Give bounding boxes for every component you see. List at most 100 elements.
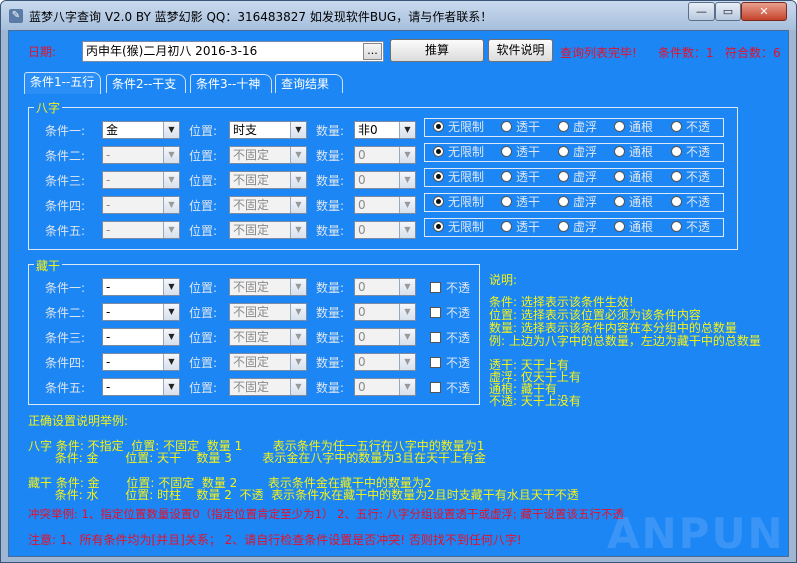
bazi-position-select[interactable]: 时支 ▼ (229, 121, 307, 139)
not-transparent-checkbox[interactable]: 不透 (430, 354, 470, 371)
bazi-count-select-chevron-down-icon[interactable]: ▼ (399, 197, 415, 213)
canggan-count-select[interactable]: 0 ▼ (354, 353, 416, 371)
restriction-radio[interactable]: 无限制 (433, 171, 484, 184)
canggan-count-select[interactable]: 0 ▼ (354, 378, 416, 396)
bazi-position-select[interactable]: 不固定 ▼ (229, 171, 307, 189)
restriction-radio[interactable]: 无限制 (433, 196, 484, 209)
bazi-position-select-chevron-down-icon[interactable]: ▼ (290, 122, 306, 138)
restriction-radio[interactable]: 不透 (671, 146, 710, 159)
restriction-radio[interactable]: 不透 (671, 171, 710, 184)
bazi-position-select-chevron-down-icon[interactable]: ▼ (290, 147, 306, 163)
title-bar[interactable]: ✎ 蓝梦八字查询 V2.0 BY 蓝梦幻影 QQ：316483827 如发现软件… (1, 1, 796, 30)
canggan-element-select[interactable]: - ▼ (102, 303, 180, 321)
bazi-element-select[interactable]: - ▼ (102, 146, 180, 164)
restriction-radio[interactable]: 虚浮 (558, 171, 597, 184)
restriction-radio[interactable]: 虚浮 (558, 121, 597, 134)
canggan-position-select-chevron-down-icon[interactable]: ▼ (290, 379, 306, 395)
bazi-element-select[interactable]: - ▼ (102, 171, 180, 189)
restriction-radio[interactable]: 不透 (671, 121, 710, 134)
bazi-position-select[interactable]: 不固定 ▼ (229, 146, 307, 164)
canggan-count-select-chevron-down-icon[interactable]: ▼ (399, 379, 415, 395)
bazi-position-select[interactable]: 不固定 ▼ (229, 196, 307, 214)
canggan-element-select-chevron-down-icon[interactable]: ▼ (163, 329, 179, 345)
canggan-element-select[interactable]: - ▼ (102, 328, 180, 346)
calculate-button[interactable]: 推算 (390, 39, 484, 62)
bazi-position-select-chevron-down-icon[interactable]: ▼ (290, 172, 306, 188)
bazi-count-select-chevron-down-icon[interactable]: ▼ (399, 222, 415, 238)
canggan-element-select-chevron-down-icon[interactable]: ▼ (163, 304, 179, 320)
bazi-count-select[interactable]: 0 ▼ (354, 146, 416, 164)
restriction-radio[interactable]: 无限制 (433, 146, 484, 159)
restriction-radio[interactable]: 透干 (501, 171, 540, 184)
restriction-radio[interactable]: 不透 (671, 221, 710, 234)
canggan-count-select[interactable]: 0 ▼ (354, 278, 416, 296)
canggan-element-select[interactable]: - ▼ (102, 378, 180, 396)
bazi-element-select-chevron-down-icon[interactable]: ▼ (163, 122, 179, 138)
bazi-count-select-chevron-down-icon[interactable]: ▼ (399, 122, 415, 138)
restriction-radio[interactable]: 通根 (614, 146, 653, 159)
tab-results[interactable]: 查询结果 (275, 74, 343, 93)
restriction-radio[interactable]: 虚浮 (558, 146, 597, 159)
canggan-element-select[interactable]: - ▼ (102, 278, 180, 296)
canggan-count-select[interactable]: 0 ▼ (354, 328, 416, 346)
canggan-count-select-chevron-down-icon[interactable]: ▼ (399, 329, 415, 345)
bazi-count-select[interactable]: 0 ▼ (354, 221, 416, 239)
date-picker-button[interactable]: ... (363, 43, 382, 60)
canggan-element-select[interactable]: - ▼ (102, 353, 180, 371)
bazi-count-select[interactable]: 0 ▼ (354, 196, 416, 214)
bazi-count-select[interactable]: 非0 ▼ (354, 121, 416, 139)
restriction-radio[interactable]: 通根 (614, 221, 653, 234)
bazi-element-select[interactable]: - ▼ (102, 221, 180, 239)
canggan-position-select-chevron-down-icon[interactable]: ▼ (290, 279, 306, 295)
canggan-element-select-chevron-down-icon[interactable]: ▼ (163, 379, 179, 395)
canggan-count-select-chevron-down-icon[interactable]: ▼ (399, 304, 415, 320)
restriction-radio[interactable]: 虚浮 (558, 221, 597, 234)
bazi-position-select[interactable]: 不固定 ▼ (229, 221, 307, 239)
canggan-position-select-chevron-down-icon[interactable]: ▼ (290, 354, 306, 370)
bazi-element-select[interactable]: - ▼ (102, 196, 180, 214)
bazi-position-select-chevron-down-icon[interactable]: ▼ (290, 222, 306, 238)
not-transparent-checkbox[interactable]: 不透 (430, 279, 470, 296)
tab-condition-1[interactable]: 条件1--五行 (24, 72, 101, 94)
not-transparent-checkbox[interactable]: 不透 (430, 304, 470, 321)
tab-condition-3[interactable]: 条件3--十神 (190, 74, 272, 93)
bazi-element-select-chevron-down-icon[interactable]: ▼ (163, 147, 179, 163)
date-field[interactable]: 丙申年(猴)二月初八 2016-3-16 ... (82, 41, 384, 62)
bazi-element-select-chevron-down-icon[interactable]: ▼ (163, 172, 179, 188)
canggan-position-select-chevron-down-icon[interactable]: ▼ (290, 304, 306, 320)
canggan-position-select[interactable]: 不固定 ▼ (229, 353, 307, 371)
restriction-radio[interactable]: 虚浮 (558, 196, 597, 209)
restriction-radio[interactable]: 不透 (671, 196, 710, 209)
canggan-position-select-chevron-down-icon[interactable]: ▼ (290, 329, 306, 345)
software-help-button[interactable]: 软件说明 (488, 39, 553, 62)
restriction-radio[interactable]: 通根 (614, 121, 653, 134)
bazi-count-select[interactable]: 0 ▼ (354, 171, 416, 189)
not-transparent-checkbox[interactable]: 不透 (430, 379, 470, 396)
maximize-button[interactable]: ▭ (715, 2, 741, 21)
bazi-count-select-chevron-down-icon[interactable]: ▼ (399, 147, 415, 163)
canggan-element-select-chevron-down-icon[interactable]: ▼ (163, 279, 179, 295)
canggan-element-select-chevron-down-icon[interactable]: ▼ (163, 354, 179, 370)
restriction-radio[interactable]: 通根 (614, 171, 653, 184)
close-button[interactable]: ✕ (741, 2, 787, 21)
canggan-count-select-chevron-down-icon[interactable]: ▼ (399, 354, 415, 370)
restriction-radio[interactable]: 透干 (501, 221, 540, 234)
canggan-position-select[interactable]: 不固定 ▼ (229, 378, 307, 396)
minimize-button[interactable]: — (688, 2, 715, 21)
restriction-radio[interactable]: 通根 (614, 196, 653, 209)
tab-condition-2[interactable]: 条件2--干支 (106, 74, 186, 93)
restriction-radio[interactable]: 透干 (501, 146, 540, 159)
canggan-position-select[interactable]: 不固定 ▼ (229, 303, 307, 321)
bazi-element-select-chevron-down-icon[interactable]: ▼ (163, 222, 179, 238)
restriction-radio[interactable]: 无限制 (433, 221, 484, 234)
canggan-count-select-chevron-down-icon[interactable]: ▼ (399, 279, 415, 295)
bazi-count-select-chevron-down-icon[interactable]: ▼ (399, 172, 415, 188)
restriction-radio[interactable]: 无限制 (433, 121, 484, 134)
canggan-count-select[interactable]: 0 ▼ (354, 303, 416, 321)
restriction-radio[interactable]: 透干 (501, 196, 540, 209)
bazi-element-select-chevron-down-icon[interactable]: ▼ (163, 197, 179, 213)
bazi-element-select[interactable]: 金 ▼ (102, 121, 180, 139)
canggan-position-select[interactable]: 不固定 ▼ (229, 328, 307, 346)
canggan-position-select[interactable]: 不固定 ▼ (229, 278, 307, 296)
restriction-radio[interactable]: 透干 (501, 121, 540, 134)
